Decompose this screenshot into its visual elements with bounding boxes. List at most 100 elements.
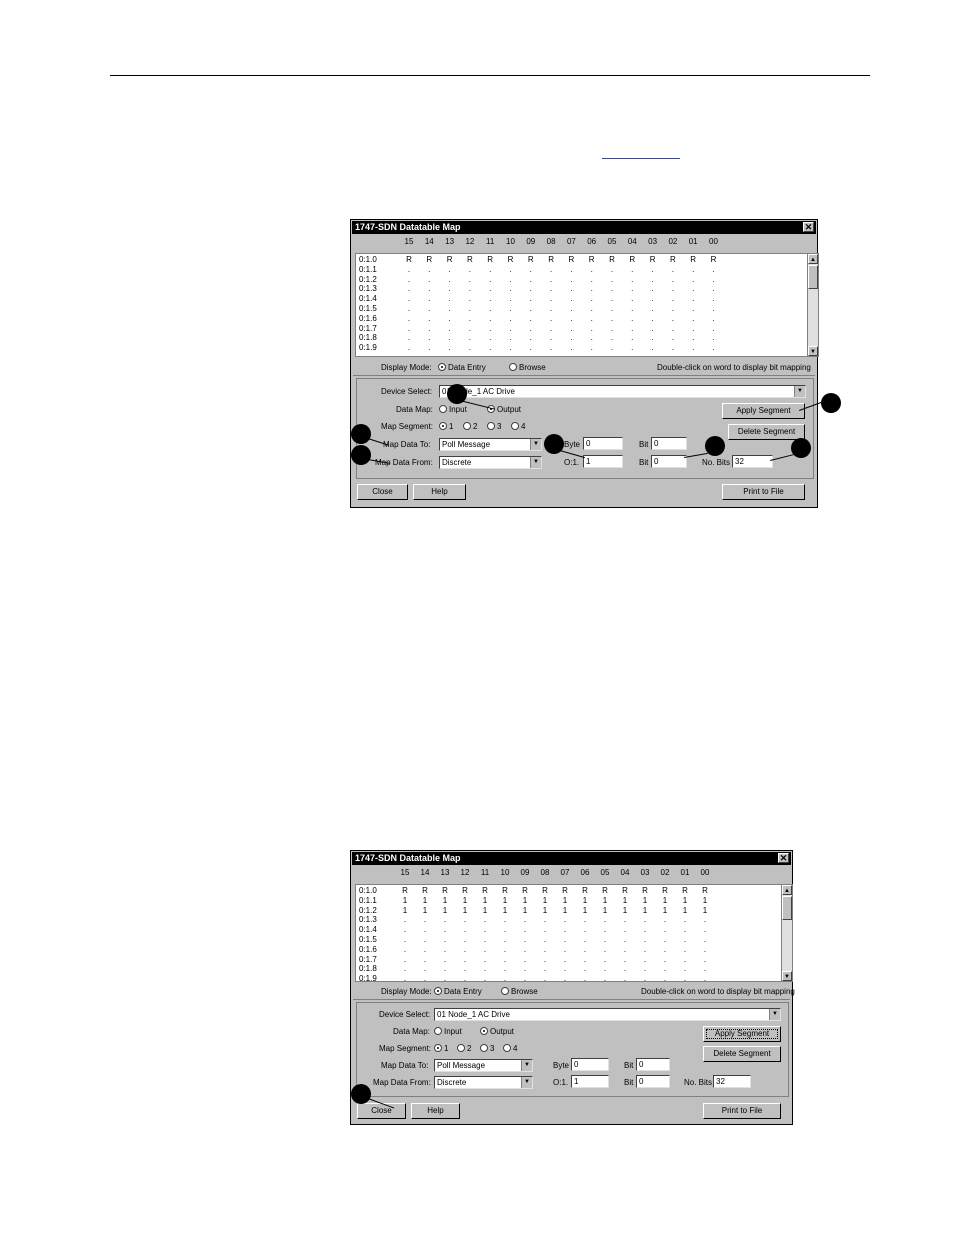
- bit-cell[interactable]: .: [561, 284, 581, 294]
- bit-cell[interactable]: .: [395, 935, 415, 945]
- scroll-down-icon[interactable]: ▼: [782, 971, 792, 981]
- bit-cell[interactable]: .: [455, 915, 475, 925]
- radio-input[interactable]: [434, 1027, 442, 1035]
- bit-cell[interactable]: .: [521, 304, 541, 314]
- bit-cell[interactable]: .: [460, 294, 480, 304]
- bit-cell[interactable]: R: [435, 886, 455, 896]
- bit-cell[interactable]: .: [635, 925, 655, 935]
- bit-cell[interactable]: .: [475, 955, 495, 965]
- apply-segment-button[interactable]: Apply Segment: [722, 403, 805, 419]
- bit-cell[interactable]: 1: [435, 906, 455, 916]
- bit-cell[interactable]: .: [622, 294, 642, 304]
- bit-cell[interactable]: .: [435, 925, 455, 935]
- bit-cell[interactable]: .: [440, 314, 460, 324]
- bit-cell[interactable]: .: [643, 284, 663, 294]
- close-button[interactable]: Close: [357, 484, 408, 500]
- bit-cell[interactable]: .: [541, 284, 561, 294]
- bit-cell[interactable]: .: [440, 284, 460, 294]
- bit-cell[interactable]: .: [643, 265, 663, 275]
- bit-cell[interactable]: 1: [675, 906, 695, 916]
- bit-cell[interactable]: 1: [655, 896, 675, 906]
- map-data-to-dropdown[interactable]: Poll Message ▼: [439, 438, 542, 451]
- bit-cell[interactable]: 1: [595, 896, 615, 906]
- bit-cell[interactable]: .: [419, 275, 439, 285]
- bit-cell[interactable]: 1: [535, 896, 555, 906]
- bit-cell[interactable]: .: [643, 275, 663, 285]
- datatable-grid[interactable]: 0:1.9................ 0:1.8..............…: [355, 253, 819, 357]
- bit-cell[interactable]: .: [663, 275, 683, 285]
- bit-cell[interactable]: .: [501, 333, 521, 343]
- bit-cell[interactable]: .: [561, 304, 581, 314]
- bit-cell[interactable]: .: [480, 304, 500, 314]
- radio-segment-1[interactable]: [434, 1044, 442, 1052]
- bit-cell[interactable]: .: [501, 304, 521, 314]
- bit-cell[interactable]: .: [595, 964, 615, 974]
- bit-cell[interactable]: .: [419, 294, 439, 304]
- bit-cell[interactable]: .: [440, 324, 460, 334]
- bit-cell[interactable]: .: [399, 304, 419, 314]
- bit-cell[interactable]: .: [415, 945, 435, 955]
- bit-cell[interactable]: .: [555, 935, 575, 945]
- bit-cell[interactable]: .: [582, 314, 602, 324]
- table-row[interactable]: 0:1.9................: [356, 343, 818, 353]
- scroll-down-icon[interactable]: ▼: [808, 346, 818, 356]
- bit-cell[interactable]: .: [435, 945, 455, 955]
- bit-cell[interactable]: .: [582, 294, 602, 304]
- bit-cell[interactable]: .: [704, 333, 724, 343]
- bit-cell[interactable]: R: [395, 886, 415, 896]
- bit-cell[interactable]: .: [535, 925, 555, 935]
- bit-cell[interactable]: .: [704, 304, 724, 314]
- bit-cell[interactable]: .: [435, 955, 455, 965]
- bit-cell[interactable]: .: [683, 284, 703, 294]
- table-row[interactable]: 0:1.1................: [356, 265, 818, 275]
- bit-cell[interactable]: .: [495, 925, 515, 935]
- bit-cell[interactable]: .: [575, 945, 595, 955]
- byte-input[interactable]: 0: [583, 437, 623, 450]
- bit-cell[interactable]: .: [663, 343, 683, 353]
- bit-cell[interactable]: 1: [495, 896, 515, 906]
- bit-cell[interactable]: .: [455, 935, 475, 945]
- bit-cell[interactable]: .: [675, 925, 695, 935]
- bit-cell[interactable]: .: [521, 343, 541, 353]
- bit-cell[interactable]: .: [501, 324, 521, 334]
- bit-cell[interactable]: .: [695, 945, 715, 955]
- bit-cell[interactable]: R: [480, 255, 500, 265]
- bit-cell[interactable]: R: [521, 255, 541, 265]
- bit-cell[interactable]: .: [622, 333, 642, 343]
- bit-cell[interactable]: 1: [495, 906, 515, 916]
- bit-cell[interactable]: .: [643, 343, 663, 353]
- bit-cell[interactable]: .: [419, 314, 439, 324]
- map-data-to-dropdown[interactable]: Poll Message ▼: [434, 1059, 533, 1072]
- bit-cell[interactable]: .: [695, 915, 715, 925]
- bit-cell[interactable]: .: [460, 333, 480, 343]
- bit-cell[interactable]: .: [475, 964, 495, 974]
- bit-cell[interactable]: .: [602, 304, 622, 314]
- bit-cell[interactable]: 1: [655, 906, 675, 916]
- no-bits-input[interactable]: 32: [732, 455, 773, 468]
- bit-cell[interactable]: .: [615, 925, 635, 935]
- bit-cell[interactable]: .: [635, 915, 655, 925]
- bit-cell[interactable]: R: [643, 255, 663, 265]
- bit-cell[interactable]: .: [622, 265, 642, 275]
- bit-cell[interactable]: .: [480, 324, 500, 334]
- bit-cell[interactable]: 1: [455, 906, 475, 916]
- bit-cell[interactable]: .: [622, 275, 642, 285]
- bit-cell[interactable]: .: [521, 324, 541, 334]
- table-row[interactable]: 0:1.6................: [356, 314, 818, 324]
- bit-cell[interactable]: .: [622, 324, 642, 334]
- bit-cell[interactable]: .: [495, 935, 515, 945]
- bit-cell[interactable]: .: [521, 314, 541, 324]
- bit-cell[interactable]: 1: [455, 896, 475, 906]
- bit-cell[interactable]: .: [582, 324, 602, 334]
- bit-cell[interactable]: .: [460, 314, 480, 324]
- bit-cell[interactable]: .: [663, 304, 683, 314]
- bit-cell[interactable]: .: [475, 935, 495, 945]
- bit-cell[interactable]: R: [675, 886, 695, 896]
- bit-cell[interactable]: .: [582, 333, 602, 343]
- bit-cell[interactable]: .: [440, 333, 460, 343]
- bit-cell[interactable]: .: [582, 284, 602, 294]
- bit-cell[interactable]: .: [535, 935, 555, 945]
- o1-input[interactable]: 1: [571, 1075, 609, 1088]
- bit-cell[interactable]: .: [595, 974, 615, 981]
- bit-cell[interactable]: .: [419, 265, 439, 275]
